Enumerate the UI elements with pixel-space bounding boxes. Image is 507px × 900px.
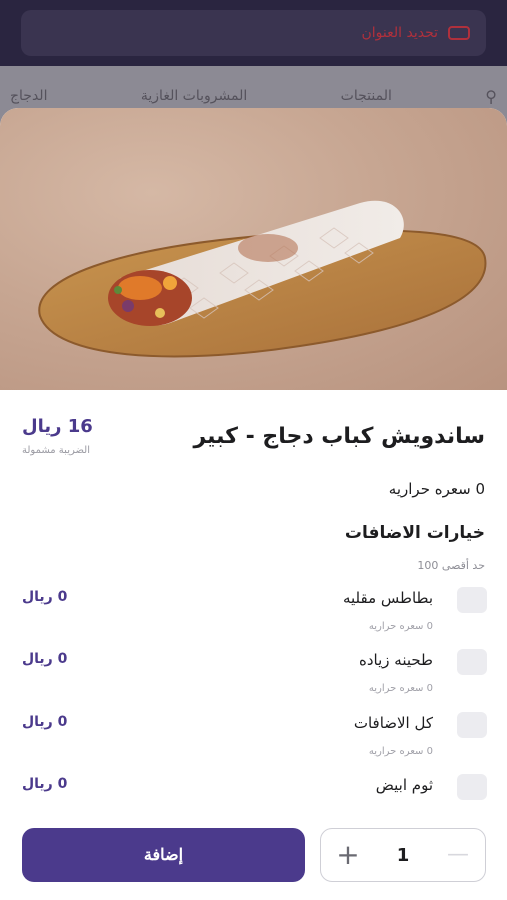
- addon-option[interactable]: ثوم ابيض 0 ريال: [22, 774, 487, 804]
- product-price: 16 ريال: [22, 416, 93, 437]
- nav-item-drinks[interactable]: المشروبات الغازية: [141, 88, 247, 104]
- addon-price: 0 ريال: [22, 651, 68, 667]
- quantity-value: 1: [396, 844, 410, 866]
- addons-max-limit: حد أقصى 100: [417, 559, 485, 572]
- location-icon: [448, 26, 470, 40]
- addon-name: طحينه زياده: [358, 651, 433, 669]
- add-to-cart-button[interactable]: إضافة: [22, 828, 305, 882]
- addon-name: بطاطس مقليه: [342, 589, 433, 607]
- search-icon[interactable]: ⚲: [485, 87, 497, 106]
- product-image: [0, 108, 507, 390]
- addon-option[interactable]: طحينه زياده 0 سعره حراريه 0 ريال: [22, 649, 487, 705]
- addon-name: ثوم ابيض: [375, 776, 433, 794]
- addon-checkbox[interactable]: [457, 774, 487, 800]
- addon-calories: 0 سعره حراريه: [368, 683, 433, 694]
- addon-checkbox[interactable]: [457, 587, 487, 613]
- tax-note: الضريبة مشمولة: [22, 445, 90, 456]
- plus-icon[interactable]: +: [335, 841, 361, 869]
- nav-item-products[interactable]: المنتجات: [341, 88, 392, 104]
- addon-calories: 0 سعره حراريه: [368, 746, 433, 757]
- address-label: تحديد العنوان: [361, 25, 438, 41]
- addons-title: خيارات الاضافات: [344, 523, 485, 543]
- nav-item-chicken[interactable]: الدجاج: [10, 88, 47, 104]
- minus-icon[interactable]: —: [445, 844, 471, 866]
- quantity-stepper: + 1 —: [320, 828, 486, 882]
- addon-checkbox[interactable]: [457, 712, 487, 738]
- addon-option[interactable]: كل الاضافات 0 سعره حراريه 0 ريال: [22, 712, 487, 768]
- addon-calories: 0 سعره حراريه: [368, 621, 433, 632]
- product-sheet: ساندويش كباب دجاج - كبير 16 ريال الضريبة…: [0, 108, 507, 900]
- address-bar[interactable]: تحديد العنوان: [21, 10, 486, 56]
- addon-checkbox[interactable]: [457, 649, 487, 675]
- addon-price: 0 ريال: [22, 776, 68, 792]
- addon-price: 0 ريال: [22, 714, 68, 730]
- addon-option[interactable]: بطاطس مقليه 0 سعره حراريه 0 ريال: [22, 587, 487, 643]
- product-calories: 0 سعره حراريه: [388, 480, 485, 498]
- addon-price: 0 ريال: [22, 589, 68, 605]
- product-title: ساندويش كباب دجاج - كبير: [193, 424, 485, 449]
- addon-name: كل الاضافات: [353, 714, 433, 732]
